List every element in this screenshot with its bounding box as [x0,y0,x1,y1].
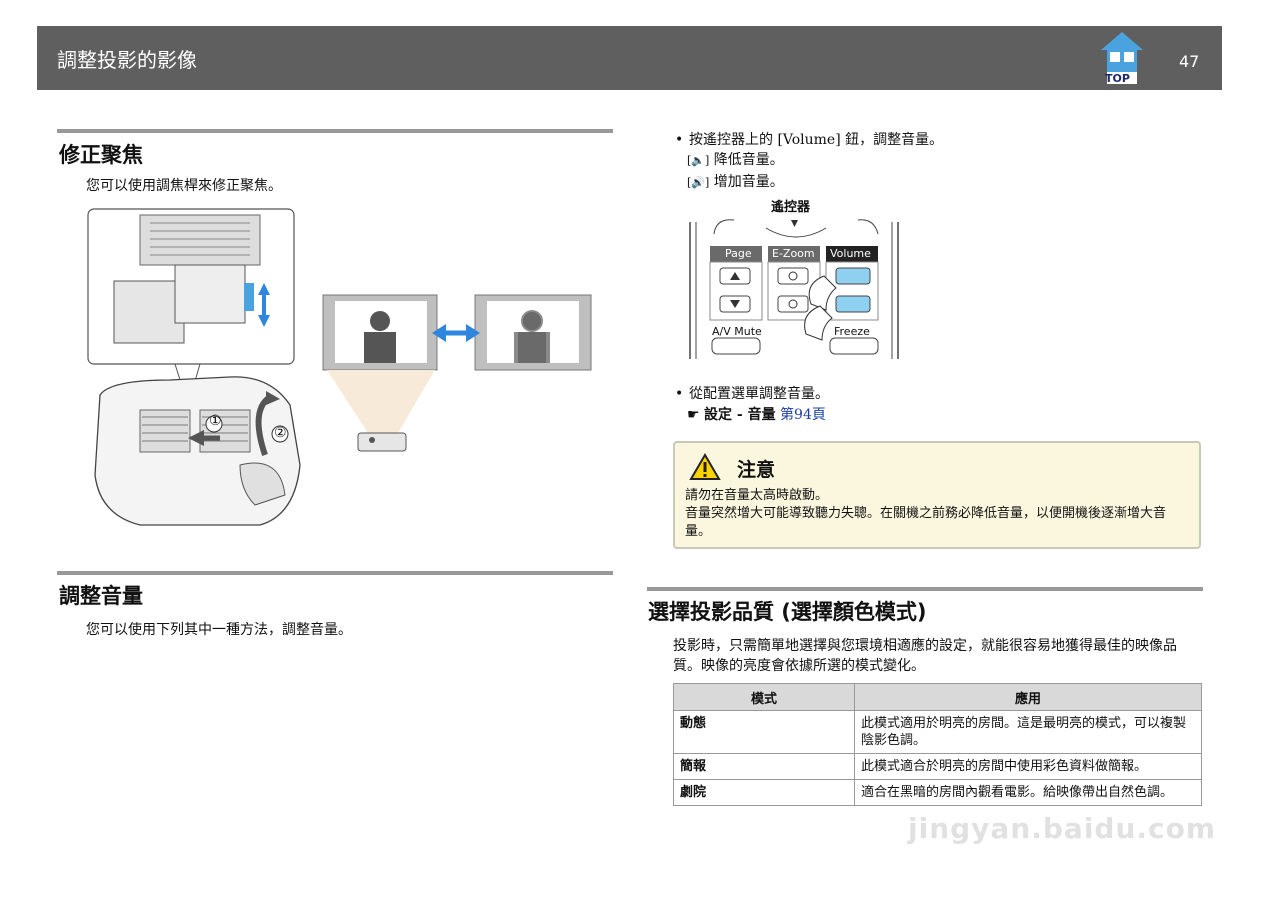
quality-text: 投影時，只需簡單地選擇與您環境相適應的設定，就能很容易地獲得最佳的映像品質。映像… [673,638,1177,674]
volume-down-icon: [🔈] [687,154,710,167]
volume-up-icon: [🔊] [687,176,710,189]
bullet-icon: • [675,386,684,402]
volume-up-line: [🔊] 增加音量。 [687,173,784,192]
column-header: 模式 [673,683,855,711]
page-link[interactable]: 第94頁 [780,407,826,423]
menu-path-text: 設定 - 音量 [704,407,776,423]
section-divider [57,129,613,133]
volume-bullet-remote: • 按遙控器上的 [Volume] 鈕，調整音量。 [675,131,943,149]
warning-icon [689,453,721,480]
remote-label: 遙控器 [771,200,811,215]
table-row: 劇院 適合在黑暗的房間內觀看電影。給映像帶出自然色調。 [673,779,1202,806]
page-number: 47 [1179,52,1200,71]
remote-freeze-label: Freeze [834,325,870,338]
top-button[interactable]: TOP [1097,30,1147,86]
use-cell: 此模式適合於明亮的房間中使用彩色資料做簡報。 [854,753,1202,780]
caution-line: 請勿在音量太高時啟動。 [685,488,829,503]
volume-down-line: [🔈] 降低音量。 [687,151,784,170]
page-title: 調整投影的影像 [57,48,197,72]
volume-text: 您可以使用下列其中一種方法，調整音量。 [86,622,352,638]
section-divider [57,571,613,575]
bullet-text: 按遙控器上的 [Volume] 鈕，調整音量。 [689,132,944,148]
mode-cell: 動態 [673,710,855,754]
pointing-hand-icon: ☛ [687,407,700,423]
bullet-icon: • [675,132,684,148]
volume-bullet-menu: • 從配置選單調整音量。 [675,385,829,403]
focus-illustration [87,208,592,526]
mode-cell: 簡報 [673,753,855,780]
focus-text: 您可以使用調焦桿來修正聚焦。 [86,178,282,194]
remote-page-label: Page [725,247,752,260]
mode-cell: 劇院 [673,779,855,806]
table-header-row: 模式 應用 [673,683,1202,711]
caution-text: 請勿在音量太高時啟動。 音量突然增大可能導致聽力失聰。在關機之前務必降低音量，以… [685,487,1190,541]
color-mode-table: 模式 應用 動態 此模式適用於明亮的房間。這是最明亮的模式，可以複製陰影色調。 … [673,683,1202,806]
top-label: TOP [1105,72,1130,85]
focus-heading: 修正聚焦 [59,143,143,167]
step-marker-2: ② [274,425,287,441]
section-divider [647,587,1203,591]
step-marker-1: ① [209,413,222,429]
remote-volume-label: Volume [830,247,871,260]
volume-down-text: 降低音量。 [713,152,784,168]
remote-avmute-label: A/V Mute [712,325,762,338]
menu-path: ☛ 設定 - 音量 第94頁 [687,406,826,424]
table-row: 動態 此模式適用於明亮的房間。這是最明亮的模式，可以複製陰影色調。 [673,710,1202,754]
caution-title: 注意 [737,459,776,481]
remote-ezoom-label: E-Zoom [772,247,815,260]
quality-heading: 選擇投影品質 (選擇顏色模式) [648,600,927,624]
volume-up-text: 增加音量。 [713,174,784,190]
page-header: 調整投影的影像 TOP 47 [37,26,1222,90]
bullet-text: 從配置選單調整音量。 [689,386,829,402]
watermark: jingyan.baidu.com [908,812,1217,845]
table-row: 簡報 此模式適合於明亮的房間中使用彩色資料做簡報。 [673,753,1202,780]
caution-box: 注意 請勿在音量太高時啟動。 音量突然增大可能導致聽力失聰。在關機之前務必降低音… [673,441,1201,549]
use-cell: 適合在黑暗的房間內觀看電影。給映像帶出自然色調。 [854,779,1202,806]
volume-heading: 調整音量 [59,584,143,608]
use-cell: 此模式適用於明亮的房間。這是最明亮的模式，可以複製陰影色調。 [854,710,1202,754]
caution-line: 音量突然增大可能導致聽力失聰。在關機之前務必降低音量，以便開機後逐漸增大音量。 [685,506,1167,539]
column-header: 應用 [854,683,1202,711]
